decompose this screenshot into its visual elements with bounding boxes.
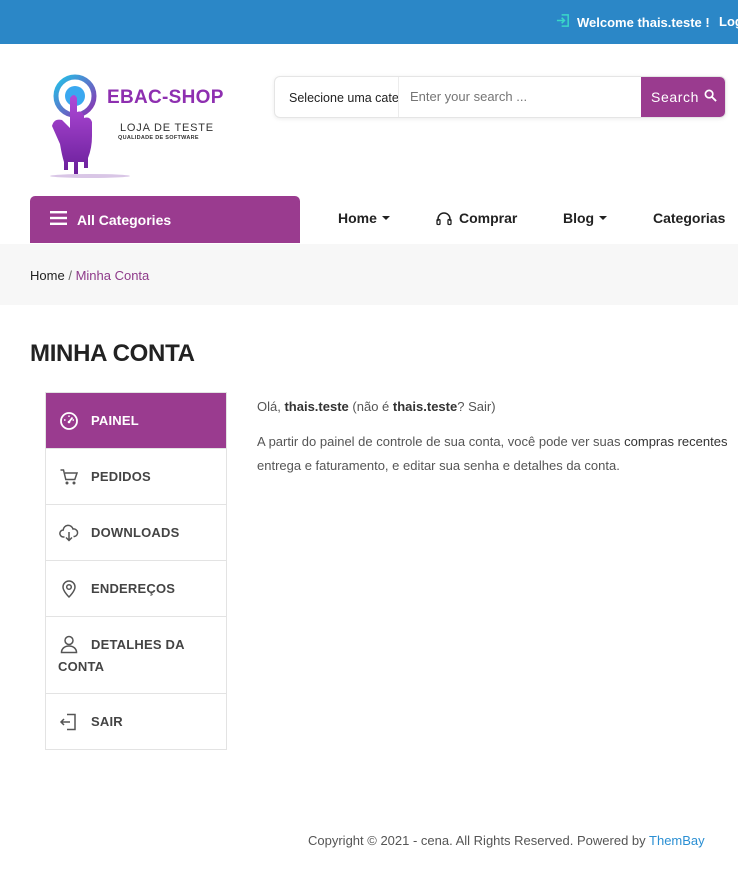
breadcrumb: Home / Minha Conta <box>30 268 149 283</box>
account-menu-label: DETALHES DA <box>91 636 185 652</box>
greeting-not-you: (não é <box>352 399 390 414</box>
all-categories-button[interactable]: All Categories <box>30 196 300 243</box>
nav-item-label: Home <box>338 210 377 226</box>
footer-link[interactable]: ThemBay <box>649 833 705 848</box>
footer-copyright: Copyright © 2021 - cena. All Rights Rese… <box>308 833 705 848</box>
account-menu-painel[interactable]: PAINEL <box>46 393 226 449</box>
logo-subtitle: LOJA DE TESTE <box>120 122 214 134</box>
breadcrumb-current: Minha Conta <box>75 268 150 283</box>
breadcrumb-bar: Home / Minha Conta <box>0 244 738 305</box>
logo-tagline: QUALIDADE DE SOFTWARE <box>118 135 199 141</box>
top-bar: Welcome thais.teste ! Log <box>0 0 738 44</box>
breadcrumb-home[interactable]: Home <box>30 268 65 283</box>
welcome-message[interactable]: Welcome thais.teste ! <box>556 13 710 31</box>
breadcrumb-separator: / <box>68 268 72 283</box>
logout-icon <box>58 711 80 733</box>
nav-item-comprar[interactable]: Comprar <box>436 210 517 226</box>
logout-link[interactable]: Log <box>719 14 738 29</box>
dashboard-intro-text: A partir do painel de controle de sua co… <box>257 434 621 449</box>
location-pin-icon <box>58 578 80 600</box>
nav-item-label: Categorias <box>653 210 726 226</box>
nav-item-categorias[interactable]: Categorias <box>653 210 725 226</box>
search-icon <box>699 89 717 105</box>
search-button-label: Search <box>651 89 699 105</box>
greeting-hello: Olá, <box>257 399 281 414</box>
dashboard-intro-line2: entrega e faturamento, e editar sua senh… <box>257 458 620 473</box>
account-menu-label: SAIR <box>91 714 123 729</box>
account-menu: PAINEL PEDIDOS DOWNLOADS ENDEREÇOS DETAL… <box>45 392 227 750</box>
caret-down-icon <box>599 216 608 220</box>
headset-icon <box>436 211 452 226</box>
account-menu-label: PEDIDOS <box>91 469 151 484</box>
account-menu-sair[interactable]: SAIR <box>46 694 226 749</box>
search-button[interactable]: Search <box>641 77 725 117</box>
account-dashboard-content: Olá, thais.teste (não é thais.teste? Sai… <box>257 395 738 478</box>
search-bar: Selecione uma categoria Search <box>274 76 726 118</box>
account-menu-enderecos[interactable]: ENDEREÇOS <box>46 561 226 617</box>
greeting-not-you-user: thais.teste <box>392 399 458 414</box>
nav-item-label: Blog <box>563 210 595 226</box>
recent-orders-link[interactable]: compras recentes <box>624 434 727 449</box>
cart-icon <box>58 466 80 488</box>
all-categories-label: All Categories <box>77 211 172 228</box>
footer-text: Copyright © 2021 - cena. All Rights Rese… <box>308 833 646 848</box>
dashboard-icon <box>58 410 80 432</box>
nav-item-blog[interactable]: Blog <box>563 210 608 226</box>
category-select[interactable]: Selecione uma categoria <box>275 77 399 117</box>
greeting-question-mark: ? <box>457 399 465 414</box>
dashboard-intro: A partir do painel de controle de sua co… <box>257 430 738 454</box>
logout-inline-link[interactable]: Sair) <box>468 399 495 414</box>
account-menu-label-line2: CONTA <box>58 659 105 674</box>
nav-item-label: Comprar <box>459 210 518 226</box>
account-menu-label: ENDEREÇOS <box>91 581 176 596</box>
logo-title: EBAC-SHOP <box>107 87 224 108</box>
caret-down-icon <box>381 216 390 220</box>
account-menu-detalhes[interactable]: DETALHES DA CONTA <box>46 617 226 694</box>
search-input[interactable] <box>400 77 640 117</box>
page-title: MINHA CONTA <box>30 340 195 367</box>
greeting-username: thais.teste <box>284 399 349 414</box>
user-icon <box>58 633 80 655</box>
welcome-text: Welcome thais.teste ! <box>577 14 710 30</box>
cloud-download-icon <box>58 522 80 544</box>
menu-icon <box>50 211 67 228</box>
account-menu-pedidos[interactable]: PEDIDOS <box>46 449 226 505</box>
greeting: Olá, thais.teste (não é thais.teste? Sai… <box>257 395 738 419</box>
account-menu-downloads[interactable]: DOWNLOADS <box>46 505 226 561</box>
nav-item-home[interactable]: Home <box>338 210 390 226</box>
account-menu-label: DOWNLOADS <box>91 525 180 540</box>
account-menu-label: PAINEL <box>91 413 139 428</box>
login-icon <box>556 13 577 31</box>
